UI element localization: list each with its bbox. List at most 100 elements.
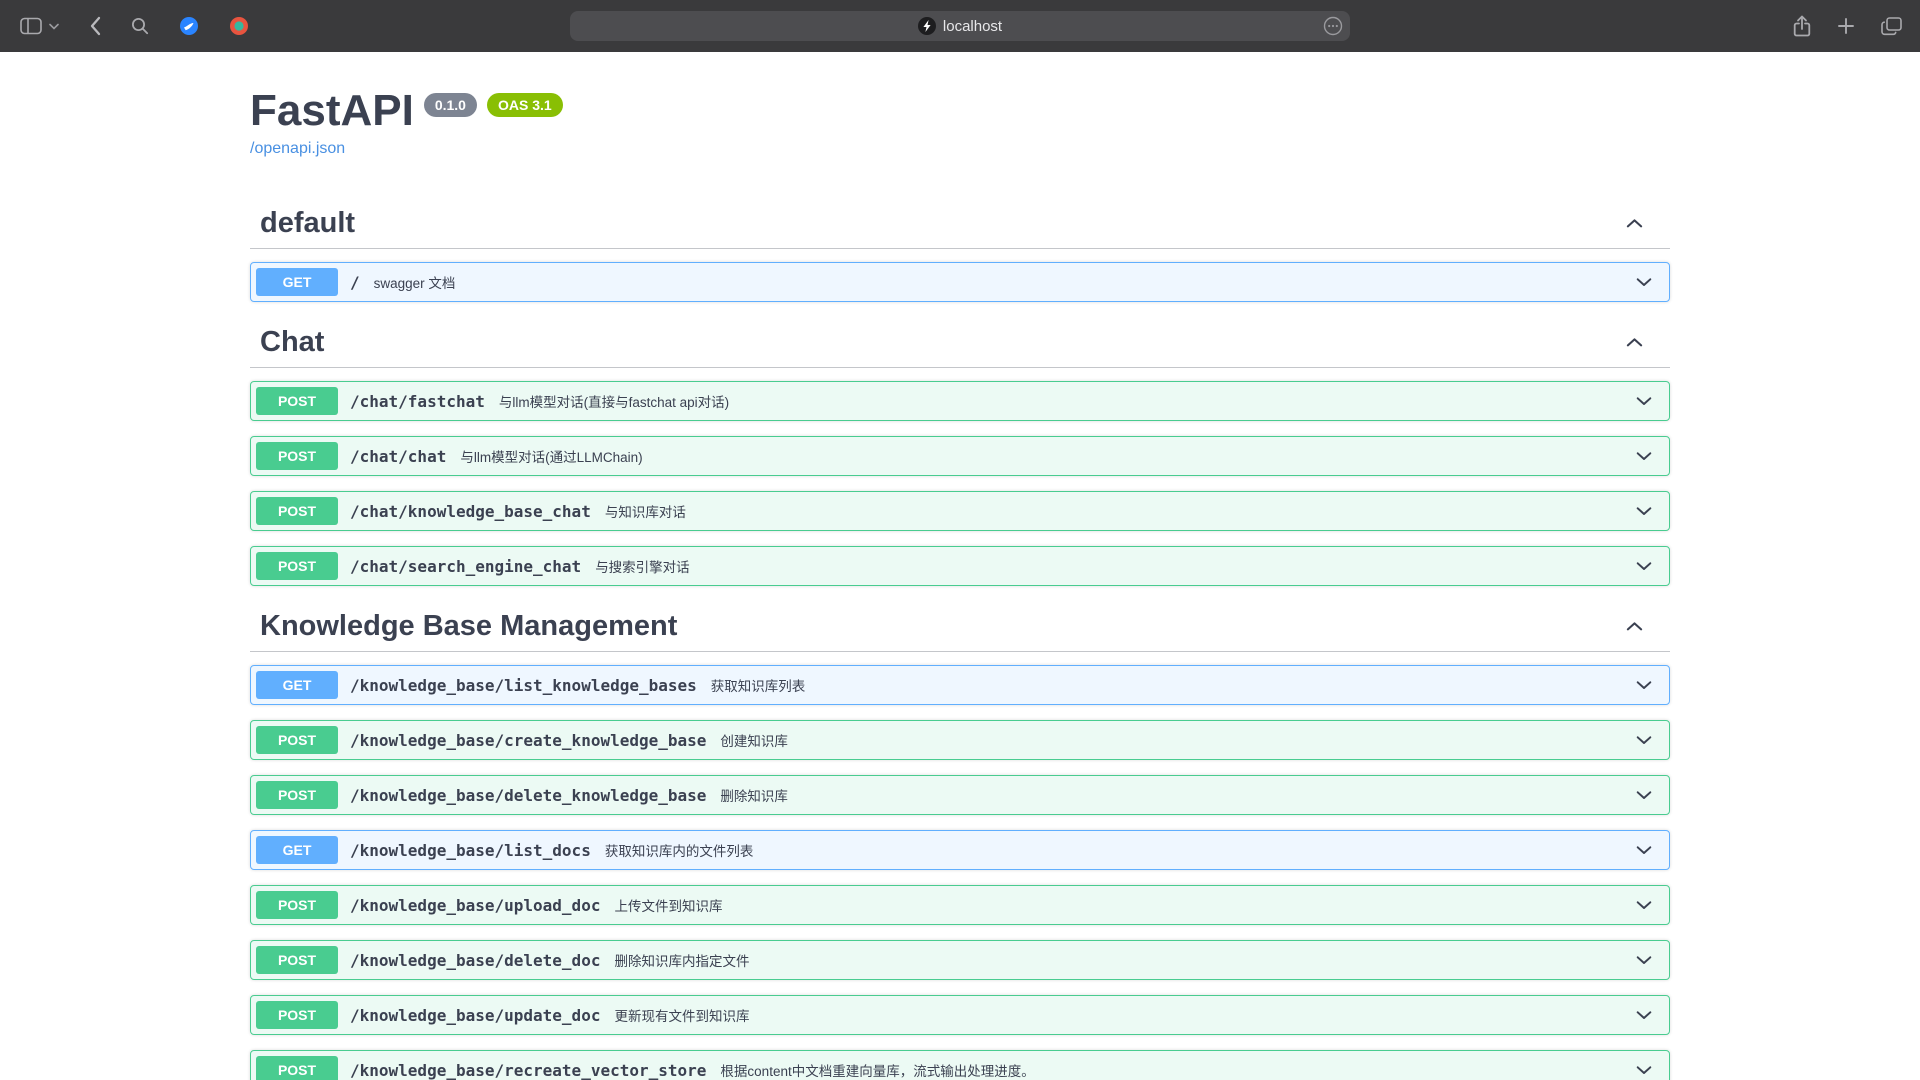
version-badge: 0.1.0: [424, 93, 477, 117]
method-badge: POST: [256, 442, 338, 470]
sidebar-toggle-group: [20, 17, 59, 35]
operation-description: 与搜索引擎对话: [595, 556, 690, 576]
site-favicon-icon: [918, 17, 936, 35]
expand-chevron-down-icon: [1635, 1061, 1657, 1079]
operation-row[interactable]: POST /knowledge_base/delete_doc 删除知识库内指定…: [250, 940, 1670, 980]
expand-chevron-down-icon: [1635, 676, 1657, 694]
browser-nav-right: [1793, 0, 1902, 52]
expand-chevron-down-icon: [1635, 731, 1657, 749]
operation-row[interactable]: POST /knowledge_base/recreate_vector_sto…: [250, 1050, 1670, 1080]
share-icon[interactable]: [1793, 15, 1811, 37]
expand-chevron-down-icon: [1635, 392, 1657, 410]
operation-row[interactable]: GET /knowledge_base/list_knowledge_bases…: [250, 665, 1670, 705]
api-sections: default GET / swagger 文档 Chat POST /chat…: [250, 198, 1670, 1080]
section-title: Knowledge Base Management: [260, 609, 677, 643]
openapi-spec-link[interactable]: /openapi.json: [250, 140, 345, 158]
method-badge: POST: [256, 946, 338, 974]
method-badge: POST: [256, 552, 338, 580]
section-header[interactable]: Knowledge Base Management: [250, 601, 1670, 652]
collapse-chevron-up-icon: [1625, 333, 1660, 352]
method-badge: GET: [256, 836, 338, 864]
operation-path: /chat/knowledge_base_chat: [350, 502, 591, 521]
method-badge: POST: [256, 1056, 338, 1080]
operation-list: GET / swagger 文档: [250, 262, 1670, 302]
operation-path: /knowledge_base/recreate_vector_store: [350, 1061, 706, 1080]
collapse-chevron-up-icon: [1625, 214, 1660, 233]
operation-description: swagger 文档: [374, 272, 456, 292]
method-badge: POST: [256, 387, 338, 415]
expand-chevron-down-icon: [1635, 1006, 1657, 1024]
oas-badge: OAS 3.1: [487, 93, 563, 117]
operation-description: 与llm模型对话(通过LLMChain): [460, 446, 642, 466]
operation-row[interactable]: POST /knowledge_base/update_doc 更新现有文件到知…: [250, 995, 1670, 1035]
operation-row[interactable]: POST /knowledge_base/upload_doc 上传文件到知识库: [250, 885, 1670, 925]
api-section: Knowledge Base Management GET /knowledge…: [250, 601, 1670, 1080]
expand-chevron-down-icon: [1635, 273, 1657, 291]
operation-path: /chat/fastchat: [350, 392, 485, 411]
operation-row[interactable]: GET /knowledge_base/list_docs 获取知识库内的文件列…: [250, 830, 1670, 870]
expand-chevron-down-icon: [1635, 557, 1657, 575]
method-badge: POST: [256, 891, 338, 919]
operation-path: /chat/search_engine_chat: [350, 557, 581, 576]
operation-path: /knowledge_base/delete_doc: [350, 951, 600, 970]
operation-description: 更新现有文件到知识库: [614, 1005, 749, 1025]
collapse-chevron-up-icon: [1625, 617, 1660, 636]
expand-chevron-down-icon: [1635, 502, 1657, 520]
operation-description: 与知识库对话: [605, 501, 686, 521]
operation-row[interactable]: POST /chat/search_engine_chat 与搜索引擎对话: [250, 546, 1670, 586]
new-tab-icon[interactable]: [1837, 17, 1855, 35]
section-title: Chat: [260, 325, 324, 359]
operation-description: 获取知识库内的文件列表: [605, 840, 754, 860]
operation-description: 上传文件到知识库: [614, 895, 722, 915]
tab-overview-icon[interactable]: [1881, 17, 1902, 36]
operation-row[interactable]: POST /chat/chat 与llm模型对话(通过LLMChain): [250, 436, 1670, 476]
operation-row[interactable]: GET / swagger 文档: [250, 262, 1670, 302]
expand-chevron-down-icon: [1635, 841, 1657, 859]
sidebar-toggle-icon[interactable]: [20, 17, 42, 35]
method-badge: GET: [256, 268, 338, 296]
operation-path: /knowledge_base/create_knowledge_base: [350, 731, 706, 750]
expand-chevron-down-icon: [1635, 786, 1657, 804]
method-badge: POST: [256, 1001, 338, 1029]
section-title: default: [260, 206, 355, 240]
section-header[interactable]: default: [250, 198, 1670, 249]
page-title: FastAPI: [250, 86, 414, 136]
expand-chevron-down-icon: [1635, 896, 1657, 914]
operation-description: 根据content中文档重建向量库，流式输出处理进度。: [720, 1060, 1034, 1080]
browser-nav-left: [20, 16, 249, 36]
method-badge: GET: [256, 671, 338, 699]
api-info: FastAPI 0.1.0 OAS 3.1: [250, 86, 1670, 136]
section-header[interactable]: Chat: [250, 317, 1670, 368]
operation-path: /: [350, 273, 360, 292]
record-app-icon[interactable]: [229, 16, 249, 36]
operation-description: 获取知识库列表: [711, 675, 806, 695]
operation-path: /knowledge_base/delete_knowledge_base: [350, 786, 706, 805]
expand-chevron-down-icon: [1635, 447, 1657, 465]
operation-path: /knowledge_base/list_knowledge_bases: [350, 676, 697, 695]
operation-description: 删除知识库: [720, 785, 788, 805]
operation-list: POST /chat/fastchat 与llm模型对话(直接与fastchat…: [250, 381, 1670, 586]
page-settings-icon[interactable]: [1323, 16, 1343, 36]
method-badge: POST: [256, 726, 338, 754]
api-section: Chat POST /chat/fastchat 与llm模型对话(直接与fas…: [250, 317, 1670, 586]
operation-path: /knowledge_base/list_docs: [350, 841, 591, 860]
search-icon[interactable]: [131, 17, 149, 35]
address-bar[interactable]: localhost: [570, 11, 1350, 41]
operation-row[interactable]: POST /chat/knowledge_base_chat 与知识库对话: [250, 491, 1670, 531]
browser-chrome: localhost: [0, 0, 1920, 52]
back-icon[interactable]: [89, 16, 101, 36]
operation-path: /chat/chat: [350, 447, 446, 466]
operation-row[interactable]: POST /knowledge_base/create_knowledge_ba…: [250, 720, 1670, 760]
address-text: localhost: [943, 18, 1002, 35]
swagger-page: FastAPI 0.1.0 OAS 3.1 /openapi.json defa…: [250, 52, 1670, 1080]
operation-list: GET /knowledge_base/list_knowledge_bases…: [250, 665, 1670, 1080]
operation-row[interactable]: POST /chat/fastchat 与llm模型对话(直接与fastchat…: [250, 381, 1670, 421]
bird-app-icon[interactable]: [179, 16, 199, 36]
api-section: default GET / swagger 文档: [250, 198, 1670, 302]
operation-path: /knowledge_base/update_doc: [350, 1006, 600, 1025]
operation-row[interactable]: POST /knowledge_base/delete_knowledge_ba…: [250, 775, 1670, 815]
method-badge: POST: [256, 497, 338, 525]
expand-chevron-down-icon: [1635, 951, 1657, 969]
sidebar-chevron-icon[interactable]: [49, 23, 59, 30]
operation-description: 创建知识库: [720, 730, 788, 750]
